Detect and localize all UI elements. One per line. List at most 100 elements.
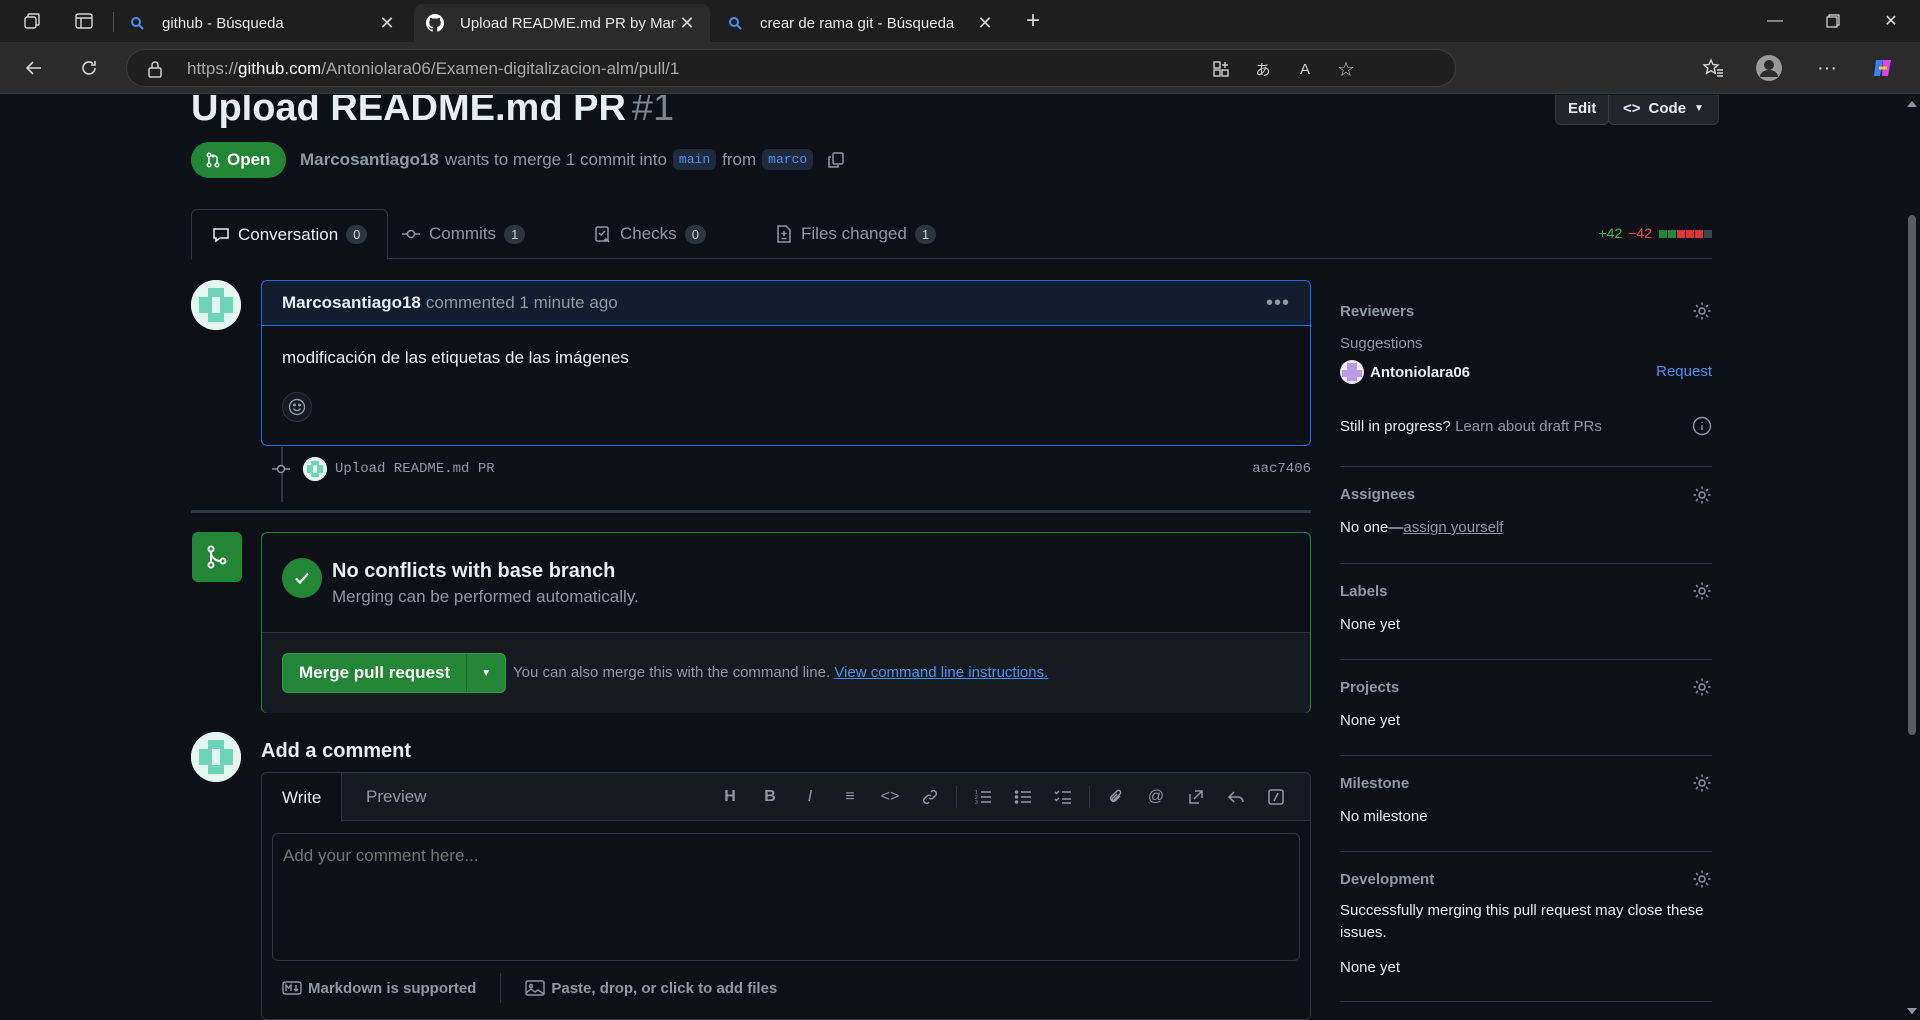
comment-box: Marcosantiago18 commented 1 minute ago •…: [261, 280, 1311, 446]
suggested-reviewer: Antoniolara06: [1340, 360, 1470, 384]
gear-icon[interactable]: [1692, 773, 1712, 798]
bold-icon[interactable]: B: [750, 785, 790, 809]
comment-input[interactable]: [272, 833, 1300, 961]
merge-status-title: No conflicts with base branch: [332, 560, 616, 582]
projects-title[interactable]: Projects: [1340, 679, 1399, 696]
workspaces-icon[interactable]: [19, 8, 45, 34]
comment-body: modificación de las etiquetas de las imá…: [282, 348, 629, 367]
browser-tab-2[interactable]: Upload README.md PR by Marco ✕: [414, 4, 710, 42]
slash-commands-icon[interactable]: [1256, 785, 1296, 809]
browser-tab-3[interactable]: crear de rama git - Búsqueda ✕: [714, 4, 1008, 42]
url-text: https://github.com/Antoniolara06/Examen-…: [187, 59, 680, 78]
pr-author-link[interactable]: Marcosantiago18: [300, 150, 439, 170]
lock-icon[interactable]: [147, 60, 163, 83]
restore-icon[interactable]: [1808, 0, 1858, 42]
favorites-icon[interactable]: [1697, 52, 1729, 84]
tab-actions-icon[interactable]: [71, 8, 97, 34]
back-icon[interactable]: [18, 52, 50, 84]
kebab-menu-icon[interactable]: •••: [1266, 292, 1290, 315]
merge-button-label[interactable]: Merge pull request: [283, 654, 468, 692]
italic-icon[interactable]: I: [790, 785, 830, 809]
labels-title[interactable]: Labels: [1340, 583, 1388, 600]
tab-commits[interactable]: Commits 1: [381, 209, 545, 259]
gear-icon[interactable]: [1692, 485, 1712, 510]
unordered-list-icon[interactable]: [1003, 785, 1043, 809]
tab-files-changed[interactable]: Files changed 1: [755, 209, 956, 259]
app-available-icon[interactable]: [1210, 58, 1232, 80]
tab-checks[interactable]: Checks 0: [574, 209, 726, 259]
gear-icon[interactable]: [1692, 581, 1712, 606]
new-tab-icon[interactable]: +: [1020, 7, 1046, 34]
add-files-label[interactable]: Paste, drop, or click to add files: [551, 980, 777, 997]
avatar[interactable]: [303, 457, 327, 481]
tab-write[interactable]: Write: [262, 773, 343, 822]
status-label: Open: [227, 150, 271, 169]
avatar[interactable]: [191, 732, 241, 782]
attach-icon[interactable]: [1096, 785, 1136, 809]
minimize-icon[interactable]: —: [1750, 0, 1800, 42]
more-options-icon[interactable]: ···: [1811, 52, 1843, 84]
milestone-title[interactable]: Milestone: [1340, 775, 1409, 792]
code-icon[interactable]: <>: [870, 785, 910, 809]
cross-reference-icon[interactable]: [1176, 785, 1216, 809]
info-icon[interactable]: [1692, 416, 1712, 441]
quote-icon[interactable]: ≡: [830, 785, 870, 809]
command-line-instructions-link[interactable]: View command line instructions.: [834, 664, 1048, 681]
assign-yourself-link[interactable]: assign yourself: [1403, 519, 1503, 536]
close-icon[interactable]: ✕: [974, 13, 996, 34]
reviewer-name[interactable]: Antoniolara06: [1370, 364, 1470, 381]
smiley-icon[interactable]: [282, 392, 312, 422]
close-icon[interactable]: ✕: [376, 13, 398, 34]
avatar[interactable]: [1340, 360, 1364, 384]
scrollbar-thumb[interactable]: [1908, 215, 1916, 735]
avatar[interactable]: [191, 280, 241, 330]
ordered-list-icon[interactable]: 123: [963, 785, 1003, 809]
favorite-star-icon[interactable]: ☆: [1335, 58, 1357, 81]
tab-preview[interactable]: Preview: [346, 773, 446, 821]
browser-tab-1[interactable]: github - Búsqueda ✕: [116, 4, 410, 42]
draft-prs-link[interactable]: Learn about draft PRs: [1455, 418, 1602, 435]
close-window-icon[interactable]: ✕: [1866, 0, 1916, 42]
assignees-title[interactable]: Assignees: [1340, 486, 1415, 503]
translate-icon[interactable]: あ: [1252, 58, 1274, 80]
commit-message[interactable]: Upload README.md PR: [335, 461, 495, 477]
scroll-up-icon[interactable]: [1907, 101, 1917, 107]
base-branch[interactable]: main: [672, 149, 717, 170]
commit-sha[interactable]: aac7406: [1252, 461, 1311, 477]
development-desc-line1: Successfully merging this pull request m…: [1340, 902, 1704, 919]
gear-icon[interactable]: [1692, 677, 1712, 702]
merge-pull-request-button[interactable]: Merge pull request ▼: [282, 653, 507, 693]
pr-meta-text: wants to merge 1 commit into: [444, 149, 667, 169]
tab-label: Commits: [429, 224, 497, 243]
link-icon[interactable]: [910, 785, 950, 809]
checklist-icon: [595, 226, 610, 243]
read-aloud-icon[interactable]: A: [1294, 58, 1316, 80]
request-review-button[interactable]: Request: [1656, 363, 1712, 380]
tab-conversation[interactable]: Conversation 0: [191, 209, 389, 260]
timeline-divider: [191, 510, 1311, 513]
head-branch[interactable]: marco: [762, 149, 814, 170]
task-list-icon[interactable]: [1043, 785, 1083, 809]
page-scrollbar[interactable]: [1904, 95, 1920, 1020]
copy-icon[interactable]: [827, 151, 845, 169]
chevron-down-icon[interactable]: ▼: [467, 668, 505, 679]
markdown-supported-label[interactable]: Markdown is supported: [308, 980, 476, 997]
comment-author[interactable]: Marcosantiago18: [282, 293, 421, 313]
mention-icon[interactable]: @: [1136, 785, 1176, 809]
reviewers-title[interactable]: Reviewers: [1340, 303, 1414, 320]
gear-icon[interactable]: [1692, 869, 1712, 894]
scroll-down-icon[interactable]: [1907, 1008, 1917, 1014]
refresh-icon[interactable]: [73, 52, 105, 84]
profile-icon[interactable]: [1753, 52, 1785, 84]
close-icon[interactable]: ✕: [676, 13, 698, 34]
copilot-icon[interactable]: [1867, 52, 1899, 84]
reply-icon[interactable]: [1216, 785, 1256, 809]
url-field[interactable]: https://github.com/Antoniolara06/Examen-…: [126, 49, 1456, 87]
tab-label: Files changed: [801, 224, 907, 243]
labels-value: None yet: [1340, 616, 1401, 633]
image-icon: [525, 980, 546, 996]
assignees-value: No one—assign yourself: [1340, 519, 1503, 536]
gear-icon[interactable]: [1692, 301, 1712, 326]
development-title[interactable]: Development: [1340, 871, 1434, 888]
heading-icon[interactable]: H: [710, 785, 750, 809]
